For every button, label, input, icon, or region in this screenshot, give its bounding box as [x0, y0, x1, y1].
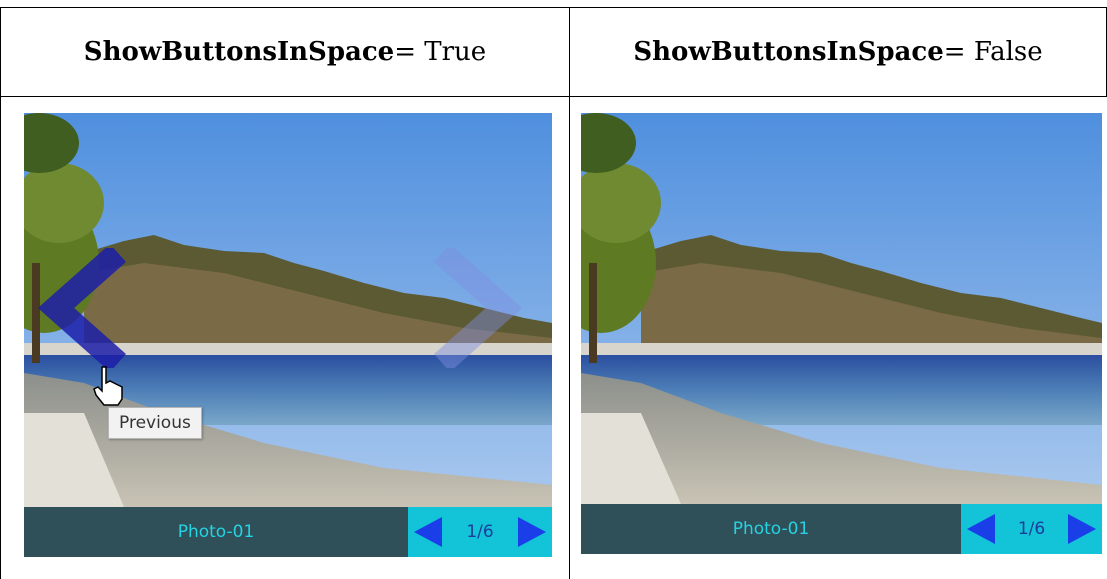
caption-bar: Photo-01 1/6 [24, 507, 552, 557]
chevron-left-icon[interactable] [38, 248, 128, 368]
header-divider [0, 96, 1107, 97]
comparison-table: ShowButtonsInSpace = True ShowButtonsInS… [0, 0, 1107, 579]
photo-caption: Photo-01 [732, 519, 810, 539]
photo-caption: Photo-01 [177, 522, 255, 542]
header-show-buttons-false: ShowButtonsInSpace = False [633, 37, 1043, 67]
previous-tooltip: Previous [108, 407, 202, 439]
triangle-right-icon[interactable] [517, 517, 546, 547]
triangle-left-icon[interactable] [414, 517, 442, 547]
hand-cursor-icon [93, 366, 123, 406]
photo-viewer-true[interactable]: Previous Photo-01 1/6 [24, 113, 552, 557]
header-show-buttons-true: ShowButtonsInSpace = True [83, 37, 487, 67]
beach-photo [581, 113, 1102, 504]
photo-counter: 1/6 [1017, 519, 1046, 539]
chevron-right-icon[interactable] [432, 248, 522, 368]
photo-counter: 1/6 [466, 522, 494, 542]
caption-bar: Photo-01 1/6 [581, 504, 1102, 554]
nav-controls: 1/6 [408, 507, 552, 557]
triangle-left-icon[interactable] [967, 514, 995, 544]
nav-controls: 1/6 [961, 504, 1102, 554]
triangle-right-icon[interactable] [1067, 514, 1096, 544]
photo-viewer-false[interactable]: Photo-01 1/6 [581, 113, 1102, 554]
